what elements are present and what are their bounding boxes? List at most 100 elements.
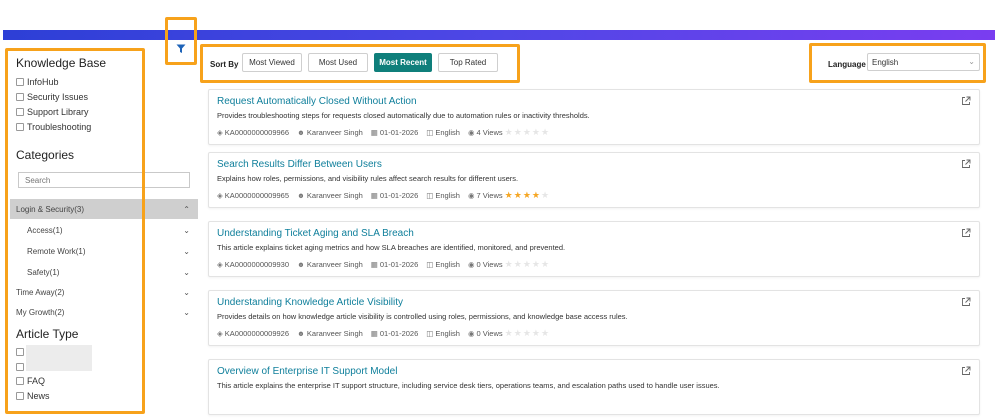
article-author: Karanveer Singh	[306, 260, 363, 269]
sort-top-rated-button[interactable]: Top Rated	[438, 53, 498, 72]
article-title-link[interactable]: Overview of Enterprise IT Support Model	[217, 366, 397, 377]
article-id: KA0000000009926	[224, 329, 290, 338]
category-time-away[interactable]: Time Away(2) ⌄	[10, 282, 198, 302]
checkbox[interactable]	[16, 108, 24, 116]
star-icon[interactable]: ★	[541, 191, 549, 200]
star-icon[interactable]: ★	[532, 329, 540, 338]
sort-by-label: Sort By	[210, 60, 239, 69]
rating-stars[interactable]: ★ ★ ★ ★ ★	[505, 191, 550, 200]
kb-item-support-library[interactable]: Support Library	[16, 106, 89, 118]
article-views: 7 Views	[476, 191, 503, 200]
star-icon[interactable]: ★	[532, 191, 540, 200]
categories-title: Categories	[16, 148, 75, 162]
article-card[interactable]: Request Automatically Closed Without Act…	[208, 89, 980, 145]
star-icon[interactable]: ★	[505, 128, 513, 137]
tag-icon: ◈	[217, 128, 223, 137]
user-icon: ☻	[297, 191, 305, 200]
tag-icon: ◈	[217, 329, 223, 338]
article-language: English	[435, 260, 460, 269]
knowledge-base-title: Knowledge Base	[16, 56, 107, 70]
checkbox[interactable]	[16, 377, 24, 385]
category-search-input[interactable]	[18, 172, 190, 188]
article-title-link[interactable]: Request Automatically Closed Without Act…	[217, 96, 417, 107]
star-icon[interactable]: ★	[523, 128, 531, 137]
star-icon[interactable]: ★	[532, 128, 540, 137]
rating-stars[interactable]: ★ ★ ★ ★ ★	[505, 128, 550, 137]
category-access[interactable]: Access(1) ⌄	[10, 220, 198, 240]
kb-item-infohub[interactable]: InfoHub	[16, 76, 59, 88]
rating-stars[interactable]: ★ ★ ★ ★ ★	[505, 260, 550, 269]
article-id: KA0000000009966	[224, 128, 290, 137]
star-icon[interactable]: ★	[523, 329, 531, 338]
external-link-icon[interactable]	[961, 159, 971, 169]
article-type-item-2[interactable]	[16, 361, 27, 373]
sort-toolbar: Sort By Most Viewed Most Used Most Recen…	[200, 46, 1000, 80]
star-icon[interactable]: ★	[514, 128, 522, 137]
article-type-news[interactable]: News	[16, 390, 50, 402]
star-icon[interactable]: ★	[541, 128, 549, 137]
article-meta: ◈ KA0000000009926 ☻ Karanveer Singh ▦ 01-01-2…	[217, 329, 558, 339]
external-link-icon[interactable]	[961, 366, 971, 376]
chevron-down-icon: ⌄	[183, 267, 190, 277]
article-description: This article explains ticket aging metri…	[217, 243, 566, 252]
article-id: KA0000000009930	[224, 260, 290, 269]
article-card[interactable]: Search Results Differ Between Users Expla…	[208, 152, 980, 208]
article-author: Karanveer Singh	[306, 329, 363, 338]
category-login-security[interactable]: Login & Security(3) ⌃	[10, 199, 198, 219]
calendar-icon: ▦	[370, 191, 378, 200]
checkbox[interactable]	[16, 348, 24, 356]
language-select[interactable]: English ⌄	[867, 53, 980, 71]
star-icon[interactable]: ★	[505, 329, 513, 338]
star-icon[interactable]: ★	[532, 260, 540, 269]
user-icon: ☻	[297, 128, 305, 137]
sort-most-viewed-button[interactable]: Most Viewed	[242, 53, 302, 72]
article-title-link[interactable]: Search Results Differ Between Users	[217, 159, 382, 170]
article-card[interactable]: Overview of Enterprise IT Support Model T…	[208, 359, 980, 415]
sort-most-recent-button[interactable]: Most Recent	[374, 53, 432, 72]
external-link-icon[interactable]	[961, 297, 971, 307]
star-icon[interactable]: ★	[514, 191, 522, 200]
article-type-faq[interactable]: FAQ	[16, 375, 45, 387]
external-link-icon[interactable]	[961, 228, 971, 238]
sort-most-used-button[interactable]: Most Used	[308, 53, 368, 72]
star-icon[interactable]: ★	[523, 260, 531, 269]
chevron-down-icon: ⌄	[968, 57, 975, 66]
article-views: 4 Views	[476, 128, 503, 137]
article-date: 01-01-2026	[379, 260, 419, 269]
checkbox[interactable]	[16, 392, 24, 400]
category-safety[interactable]: Safety(1) ⌄	[10, 262, 198, 282]
star-icon[interactable]: ★	[541, 260, 549, 269]
filter-icon[interactable]	[176, 44, 186, 54]
article-title-link[interactable]: Understanding Ticket Aging and SLA Breac…	[217, 228, 414, 239]
checkbox[interactable]	[16, 363, 24, 371]
checkbox[interactable]	[16, 123, 24, 131]
article-card[interactable]: Understanding Ticket Aging and SLA Breac…	[208, 221, 980, 277]
article-title-link[interactable]: Understanding Knowledge Article Visibili…	[217, 297, 403, 308]
article-type-item-1[interactable]	[16, 346, 27, 358]
kb-item-troubleshooting[interactable]: Troubleshooting	[16, 121, 91, 133]
checkbox[interactable]	[16, 78, 24, 86]
checkbox[interactable]	[16, 93, 24, 101]
star-icon[interactable]: ★	[514, 260, 522, 269]
star-icon[interactable]: ★	[541, 329, 549, 338]
chevron-down-icon: ⌄	[183, 225, 190, 235]
article-author: Karanveer Singh	[306, 128, 363, 137]
kb-item-security-issues[interactable]: Security Issues	[16, 91, 88, 103]
rating-stars[interactable]: ★ ★ ★ ★ ★	[505, 329, 550, 338]
calendar-icon: ▦	[370, 260, 378, 269]
external-link-icon[interactable]	[961, 96, 971, 106]
star-icon[interactable]: ★	[505, 260, 513, 269]
language-icon: ◫	[426, 191, 434, 200]
category-my-growth[interactable]: My Growth(2) ⌄	[10, 302, 198, 322]
star-icon[interactable]: ★	[514, 329, 522, 338]
article-date: 01-01-2026	[379, 329, 419, 338]
star-icon[interactable]: ★	[523, 191, 531, 200]
star-icon[interactable]: ★	[505, 191, 513, 200]
language-icon: ◫	[426, 329, 434, 338]
calendar-icon: ▦	[370, 128, 378, 137]
chevron-down-icon: ⌄	[183, 287, 190, 297]
article-views: 0 Views	[476, 329, 503, 338]
user-icon: ☻	[297, 260, 305, 269]
category-remote-work[interactable]: Remote Work(1) ⌄	[10, 241, 198, 261]
article-card[interactable]: Understanding Knowledge Article Visibili…	[208, 290, 980, 346]
